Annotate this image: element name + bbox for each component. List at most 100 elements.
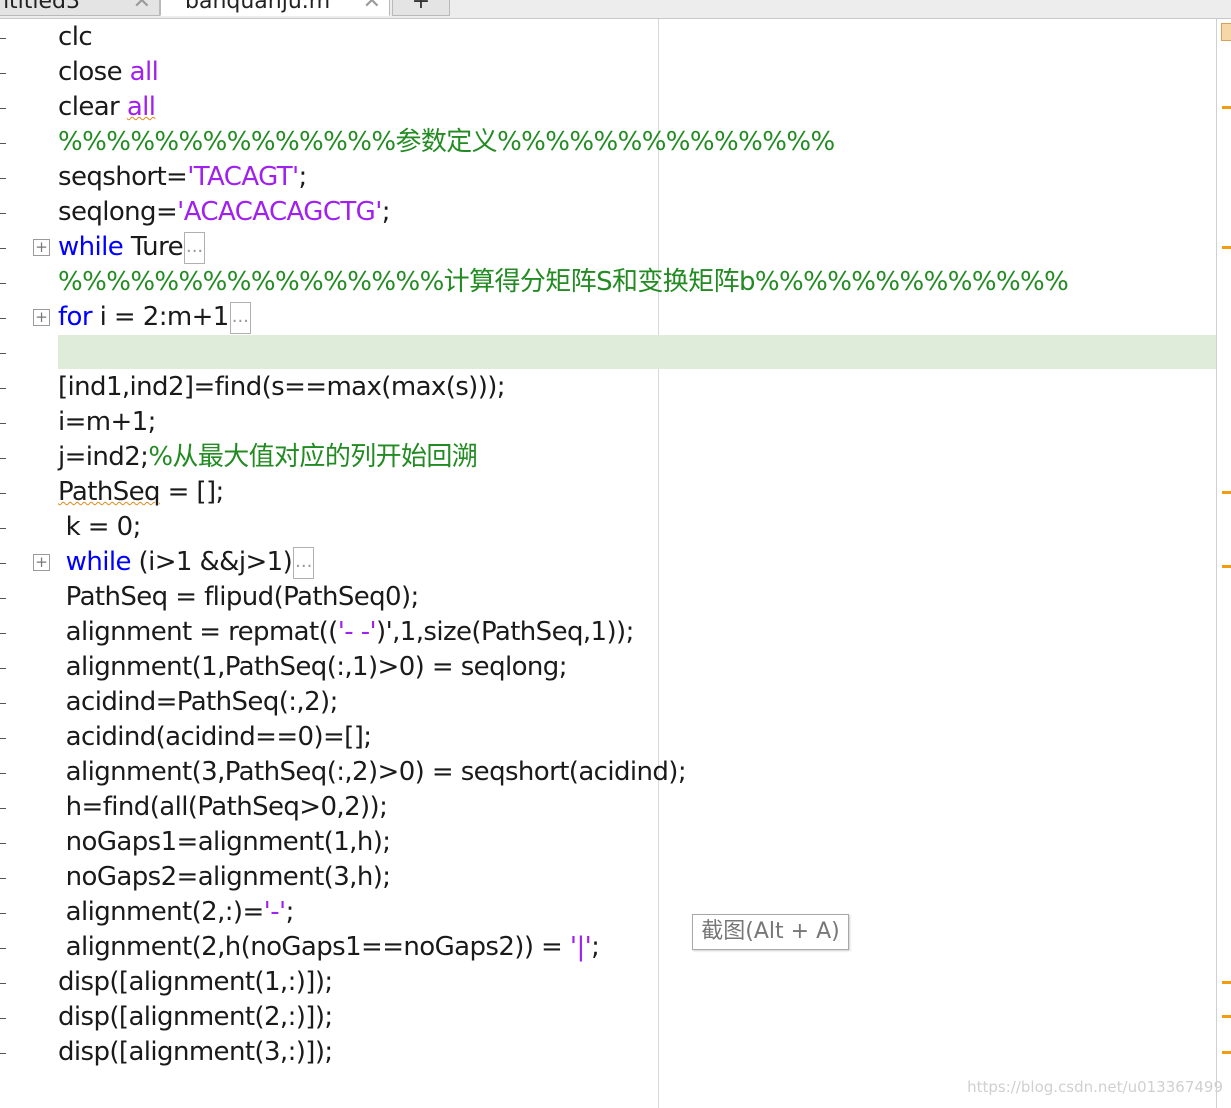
code-string: 'TACAGT' — [187, 162, 299, 192]
code-text: disp([alignment(2,:)]); — [58, 1002, 333, 1032]
code-line[interactable]: j=ind2;%从最大值对应的列开始回溯 — [58, 440, 478, 475]
code-text: j=ind2; — [58, 442, 149, 472]
code-text: alignment(1,PathSeq(:,1)>0) = seqlong; — [58, 652, 568, 682]
code-line[interactable]: alignment(2,h(noGaps1==noGaps2)) = '|'; — [58, 930, 600, 965]
code-line[interactable]: seqlong='ACACACAGCTG'; — [58, 195, 391, 230]
fold-expand-icon[interactable]: + — [33, 309, 50, 326]
code-string: all — [129, 57, 159, 87]
code-text: ; — [381, 197, 391, 227]
code-line[interactable]: alignment(3,PathSeq(:,2)>0) = seqshort(a… — [58, 755, 687, 790]
code-line[interactable]: seqshort='TACAGT'; — [58, 160, 307, 195]
add-tab-button[interactable]: + — [392, 0, 450, 16]
code-text: disp([alignment(3,:)]); — [58, 1037, 333, 1067]
warning-marker[interactable] — [1222, 1051, 1231, 1054]
code-text: clc — [58, 22, 93, 52]
code-line[interactable]: PathSeq = flipud(PathSeq0); — [58, 580, 420, 615]
code-line[interactable]: while Ture... — [58, 230, 206, 265]
code-line[interactable]: acidind=PathSeq(:,2); — [58, 685, 339, 720]
code-text: ; — [285, 897, 295, 927]
code-text: h=find(all(PathSeq>0,2)); — [58, 792, 388, 822]
code-text: alignment(3,PathSeq(:,2)>0) = seqshort(a… — [58, 757, 687, 787]
warning-marker[interactable] — [1222, 1015, 1231, 1018]
code-text: clear — [58, 92, 127, 122]
code-text: close — [58, 57, 130, 87]
code-line[interactable]: close all — [58, 55, 159, 90]
code-string: 'ACACACAGCTG' — [177, 197, 382, 227]
code-line[interactable]: k = 0; — [58, 510, 142, 545]
code-line[interactable]: %%%%%%%%%%%%%%%%计算得分矩阵S和变换矩阵b%%%%%%%%%%%… — [58, 265, 1069, 300]
warning-marker[interactable] — [1222, 246, 1231, 249]
current-line-highlight — [58, 335, 1216, 369]
folded-code-ellipsis[interactable]: ... — [229, 301, 251, 334]
code-line[interactable]: disp([alignment(2,:)]); — [58, 1000, 333, 1035]
folded-code-ellipsis[interactable]: ... — [293, 546, 315, 579]
code-string: '- -' — [337, 617, 377, 647]
code-line[interactable]: noGaps2=alignment(3,h); — [58, 860, 391, 895]
code-string: '-' — [263, 897, 286, 927]
warning-marker[interactable] — [1222, 491, 1231, 494]
code-keyword: while — [58, 547, 132, 577]
scroll-indicator[interactable] — [1221, 23, 1231, 41]
code-keyword: for — [58, 302, 93, 332]
code-string: '|' — [569, 932, 592, 962]
code-text: ; — [591, 932, 600, 962]
code-line[interactable]: noGaps1=alignment(1,h); — [58, 825, 391, 860]
right-margin-line — [658, 19, 659, 1108]
code-line[interactable]: clear all — [58, 90, 156, 125]
code-line[interactable]: alignment = repmat(('- -')',1,size(PathS… — [58, 615, 635, 650]
code-text: noGaps2=alignment(3,h); — [58, 862, 391, 892]
tab-untitled3[interactable]: Untitled3 ✕ — [0, 0, 160, 16]
warning-marker[interactable] — [1222, 981, 1231, 984]
code-text: )',1,size(PathSeq,1)); — [376, 617, 634, 647]
code-string: all — [126, 92, 156, 122]
code-text: noGaps1=alignment(1,h); — [58, 827, 391, 857]
close-icon[interactable]: ✕ — [133, 0, 151, 13]
code-line[interactable]: disp([alignment(3,:)]); — [58, 1035, 333, 1070]
code-line[interactable]: h=find(all(PathSeq>0,2)); — [58, 790, 388, 825]
close-icon[interactable]: ✕ — [363, 0, 381, 13]
code-text: acidind(acidind==0)=[]; — [58, 722, 372, 752]
code-text: acidind=PathSeq(:,2); — [58, 687, 339, 717]
warning-marker[interactable] — [1222, 106, 1231, 109]
code-text: alignment = repmat(( — [58, 617, 339, 647]
code-line[interactable]: i=m+1; — [58, 405, 156, 440]
code-comment: %从最大值对应的列开始回溯 — [148, 442, 478, 472]
vertical-scrollbar[interactable] — [1216, 19, 1231, 1108]
code-text: Ture — [123, 232, 184, 262]
code-keyword: while — [58, 232, 124, 262]
code-line[interactable]: disp([alignment(1,:)]); — [58, 965, 333, 1000]
code-line[interactable]: for i = 2:m+1... — [58, 300, 251, 335]
code-text: ; — [298, 162, 308, 192]
folded-code-ellipsis[interactable]: ... — [183, 231, 206, 264]
code-text: k = 0; — [58, 512, 142, 542]
watermark: https://blog.csdn.net/u013367499 — [967, 1078, 1223, 1096]
code-text: i = 2:m+1 — [91, 302, 230, 332]
fold-expand-icon[interactable]: + — [33, 239, 50, 256]
tab-label: Untitled3 — [0, 0, 81, 14]
code-text: PathSeq — [58, 477, 161, 507]
code-line[interactable]: clc — [58, 20, 93, 55]
code-line[interactable]: while (i>1 &&j>1)... — [58, 545, 315, 580]
code-text: disp([alignment(1,:)]); — [58, 967, 333, 997]
code-text: = []; — [159, 477, 225, 507]
tab-bar: Untitled3 ✕ banquanju.m ✕ + — [0, 0, 1231, 19]
fold-expand-icon[interactable]: + — [33, 554, 50, 571]
code-text: i=m+1; — [58, 407, 156, 437]
code-text: alignment(2,:)= — [58, 897, 265, 927]
code-line[interactable]: acidind(acidind==0)=[]; — [58, 720, 372, 755]
code-text: PathSeq = flipud(PathSeq0); — [58, 582, 420, 612]
tab-label: banquanju.m — [185, 0, 331, 14]
tab-banquanju[interactable]: banquanju.m ✕ — [160, 0, 390, 16]
code-line[interactable]: %%%%%%%%%%%%%%参数定义%%%%%%%%%%%%%% — [58, 125, 835, 160]
code-text: [ind1,ind2]=find(s==max(max(s))); — [58, 372, 506, 402]
code-line[interactable]: alignment(2,:)='-'; — [58, 895, 295, 930]
code-text: alignment(2,h(noGaps1==noGaps2)) = — [58, 932, 570, 962]
code-comment: %%%%%%%%%%%%%%%%计算得分矩阵S和变换矩阵b%%%%%%%%%%%… — [58, 267, 1069, 297]
warning-marker[interactable] — [1222, 565, 1231, 568]
code-text: seqlong= — [58, 197, 178, 227]
code-line[interactable]: alignment(1,PathSeq(:,1)>0) = seqlong; — [58, 650, 568, 685]
screenshot-tooltip: 截图(Alt + A) — [692, 914, 849, 950]
code-comment: %%%%%%%%%%%%%%参数定义%%%%%%%%%%%%%% — [58, 127, 835, 157]
code-line[interactable]: PathSeq = []; — [58, 475, 224, 510]
code-line[interactable]: [ind1,ind2]=find(s==max(max(s))); — [58, 370, 506, 405]
